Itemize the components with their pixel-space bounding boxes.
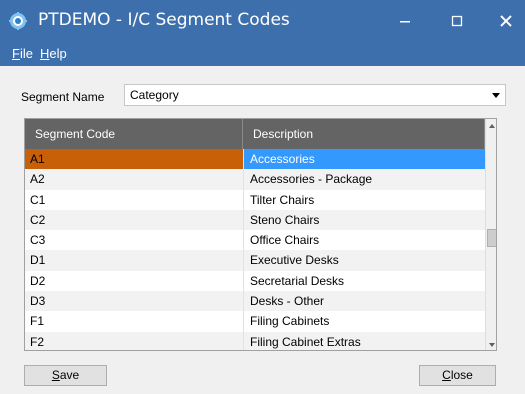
description-cell[interactable]: Desks - Other [243,291,485,312]
segment-code-cell[interactable]: A2 [25,169,243,189]
segment-name-label: Segment Name [21,90,105,104]
close-label: lose [450,368,473,382]
description-cell[interactable]: Tilter Chairs [243,189,485,210]
menu-help[interactable]: Help [40,46,67,61]
column-header-description[interactable]: Description [243,119,485,149]
minimize-button[interactable] [385,6,425,36]
segment-code-cell[interactable]: A1 [25,149,243,170]
description-cell[interactable]: Filing Cabinet Extras [243,331,485,350]
table-row[interactable]: C1 Tilter Chairs [25,189,485,210]
menu-help-mnemonic: H [40,46,50,61]
app-icon [9,12,27,30]
table-row[interactable]: D1 Executive Desks [25,250,485,271]
grid-header: Segment Code Description [25,119,485,149]
menu-file[interactable]: File [12,46,33,61]
maximize-icon [451,15,463,27]
column-header-segment-code[interactable]: Segment Code [25,119,243,149]
table-row[interactable]: C2 Steno Chairs [25,209,485,231]
description-cell[interactable]: Secretarial Desks [243,270,485,292]
description-cell[interactable]: Steno Chairs [243,209,485,231]
table-row[interactable]: D3 Desks - Other [25,291,485,312]
segment-code-cell[interactable]: C2 [25,210,243,230]
segment-code-cell[interactable]: F1 [25,311,243,331]
segment-code-cell[interactable]: F2 [25,332,243,350]
vertical-scrollbar[interactable] [485,119,496,350]
menu-file-mnemonic: F [12,46,20,61]
dropdown-arrow-icon[interactable] [492,93,500,98]
description-cell[interactable]: Accessories [243,149,485,170]
table-row[interactable]: C3 Office Chairs [25,230,485,251]
scrollbar-thumb[interactable] [487,229,496,247]
table-row[interactable]: D2 Secretarial Desks [25,270,485,292]
description-cell[interactable]: Office Chairs [243,230,485,251]
scroll-up-arrow-icon[interactable] [489,124,495,128]
close-window-button[interactable] [486,6,525,36]
segment-code-cell[interactable]: D2 [25,271,243,291]
menu-bar: File Help [0,42,525,66]
table-row[interactable]: F2 Filing Cabinet Extras [25,331,485,350]
description-cell[interactable]: Accessories - Package [243,169,485,190]
client-area: Segment Name Category Segment Code Descr… [0,66,525,394]
segment-name-value: Category [130,88,179,102]
close-icon [500,15,512,27]
table-row[interactable]: A2 Accessories - Package [25,169,485,190]
close-button[interactable]: Close [419,365,496,386]
window-title: PTDEMO - I/C Segment Codes [38,10,290,30]
save-button[interactable]: Save [24,365,107,386]
table-row[interactable]: A1 Accessories [25,149,485,170]
maximize-button[interactable] [437,6,477,36]
segment-name-dropdown[interactable]: Category [124,84,506,106]
minimize-icon [400,21,410,23]
menu-help-label: elp [49,46,67,61]
segment-code-cell[interactable]: C3 [25,230,243,250]
segment-code-cell[interactable]: D3 [25,291,243,311]
segment-code-cell[interactable]: D1 [25,250,243,270]
segment-codes-grid[interactable]: Segment Code Description A1 Accessories A2… [24,118,497,351]
table-row[interactable]: F1 Filing Cabinets [25,311,485,332]
grid-rows: A1 Accessories A2 Accessories - Package C1 Ti… [25,149,485,350]
description-cell[interactable]: Filing Cabinets [243,311,485,332]
save-label: ave [59,368,80,382]
description-cell[interactable]: Executive Desks [243,250,485,271]
segment-code-cell[interactable]: C1 [25,190,243,210]
save-mnemonic: S [51,368,60,382]
title-bar: PTDEMO - I/C Segment Codes [0,0,525,42]
close-mnemonic: C [442,368,451,382]
menu-file-label: ile [19,46,33,61]
scroll-down-arrow-icon[interactable] [489,343,495,347]
